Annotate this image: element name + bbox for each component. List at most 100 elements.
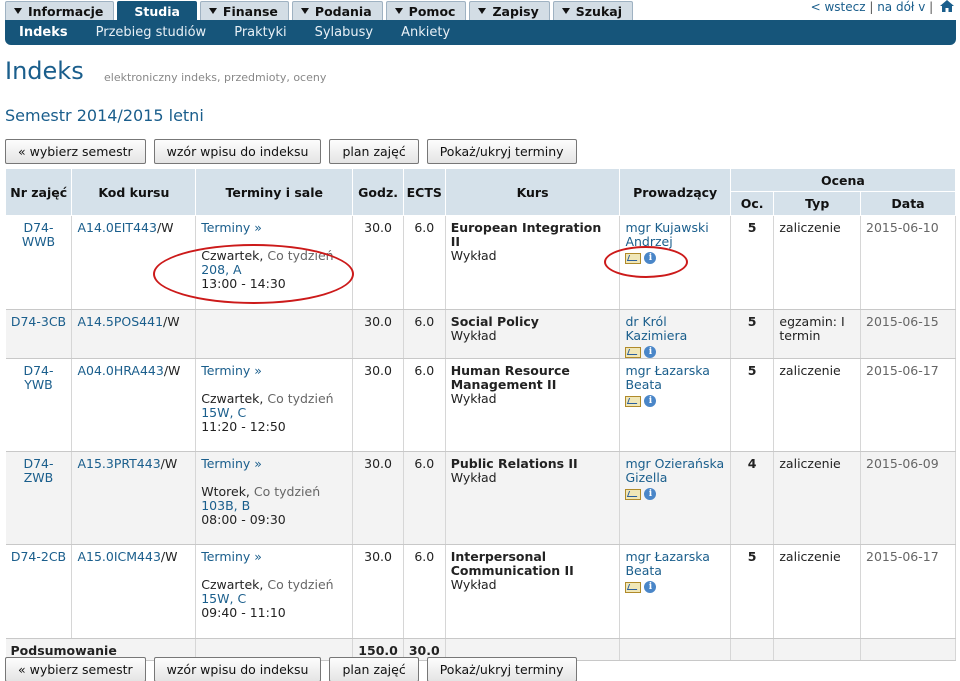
ects-value: 6.0	[403, 358, 446, 452]
room-link[interactable]: 15W, C	[201, 591, 246, 606]
term-frequency: Co tydzień	[267, 248, 334, 263]
ects-value: 6.0	[403, 215, 446, 310]
course-code-link[interactable]: A04.0HRA443	[77, 363, 163, 378]
course-code-link[interactable]: A14.5POS441	[77, 314, 163, 329]
course-name: Interpersonal Communication II	[450, 549, 574, 578]
terms-link[interactable]: Terminy »	[201, 363, 262, 378]
header-terminy: Terminy i sale	[195, 168, 354, 216]
subnav-ankiety[interactable]: Ankiety	[401, 25, 450, 40]
table-row: D74-WWB A14.0EIT443/W Terminy » Czwartek…	[5, 215, 956, 310]
tab-label: Finanse	[222, 4, 278, 19]
toggle-terms-button[interactable]: Pokaż/ukryj terminy	[426, 139, 577, 164]
back-link[interactable]: < wstecz	[811, 0, 866, 14]
subnav-przebieg-studiow[interactable]: Przebieg studiów	[96, 25, 207, 40]
subnav-praktyki[interactable]: Praktyki	[234, 25, 286, 40]
entry-template-button[interactable]: wzór wpisu do indeksu	[153, 657, 322, 681]
hours-value: 30.0	[352, 309, 404, 359]
info-icon[interactable]: i	[644, 252, 657, 264]
entry-template-button[interactable]: wzór wpisu do indeksu	[153, 139, 322, 164]
course-form: Wykład	[450, 391, 497, 406]
tab-studia[interactable]: Studia	[117, 1, 197, 20]
grade-value: 5	[730, 544, 775, 639]
header-nr: Nr zajęć	[4, 168, 73, 216]
tab-informacje[interactable]: Informacje	[5, 1, 115, 20]
chevron-down-icon	[14, 8, 22, 14]
chevron-down-icon	[561, 8, 570, 14]
table-row: D74-ZWB A15.3PRT443/W Terminy » Wtorek, …	[5, 451, 956, 545]
info-icon[interactable]: i	[644, 488, 657, 500]
chevron-down-icon	[300, 8, 309, 14]
lecturer-link[interactable]: dr Król Kazimiera	[625, 314, 687, 343]
mail-icon[interactable]	[625, 252, 642, 264]
subnav-sylabusy[interactable]: Sylabusy	[315, 25, 373, 40]
class-number-link[interactable]: D74-YWB	[23, 363, 53, 392]
tab-finanse[interactable]: Finanse	[199, 1, 289, 20]
mail-icon[interactable]	[625, 581, 642, 593]
course-code-suffix: /W	[160, 456, 178, 471]
tab-pomoc[interactable]: Pomoc	[385, 1, 467, 20]
schedule-button[interactable]: plan zajęć	[329, 139, 419, 164]
room-link[interactable]: 103B, B	[201, 498, 250, 513]
info-icon[interactable]: i	[644, 581, 657, 593]
grade-value: 4	[730, 451, 775, 545]
hours-value: 30.0	[352, 451, 404, 545]
grade-type: zaliczenie	[773, 358, 862, 452]
course-code-link[interactable]: A15.3PRT443	[77, 456, 160, 471]
term-frequency: Co tydzień	[253, 484, 321, 499]
terms-link[interactable]: Terminy »	[201, 220, 262, 235]
term-frequency: Co tydzień	[267, 577, 334, 592]
ects-value: 6.0	[403, 309, 446, 359]
lecturer-link[interactable]: mgr Łazarska Beata	[625, 363, 709, 392]
tab-podania[interactable]: Podania	[291, 1, 383, 20]
chevron-down-icon	[394, 8, 403, 14]
course-form: Wykład	[450, 248, 497, 263]
grade-type: egzamin: I termin	[773, 309, 862, 359]
course-code-suffix: /W	[156, 220, 174, 235]
class-number-link[interactable]: D74-3CB	[11, 314, 66, 329]
chevron-down-icon: v	[918, 0, 926, 14]
course-name: Public Relations II	[450, 456, 578, 471]
course-name: Human Resource Management II	[450, 363, 570, 392]
subnav-indeks[interactable]: Indeks	[19, 25, 68, 40]
lecturer-link[interactable]: mgr Ozierańska Gizella	[625, 456, 724, 485]
choose-semester-button[interactable]: « wybierz semestr	[5, 657, 146, 681]
room-link[interactable]: 15W, C	[201, 405, 246, 420]
lecturer-link[interactable]: mgr Łazarska Beata	[625, 549, 709, 578]
page-subtitle: elektroniczny indeks, przedmioty, oceny	[104, 71, 327, 84]
info-icon[interactable]: i	[644, 346, 657, 358]
schedule-button[interactable]: plan zajęć	[329, 657, 419, 681]
mail-icon[interactable]	[625, 395, 642, 407]
table-row: D74-3CB A14.5POS441/W 30.0 6.0 Social Po…	[5, 309, 956, 359]
course-code-link[interactable]: A15.0ICM443	[77, 549, 160, 564]
course-name: Social Policy	[450, 314, 539, 329]
hours-value: 30.0	[352, 215, 404, 310]
lecturer-link[interactable]: mgr Kujawski Andrzej	[625, 220, 708, 249]
room-link[interactable]: 208, A	[201, 262, 241, 277]
tab-zapisy[interactable]: Zapisy	[469, 1, 550, 20]
class-number-link[interactable]: D74-2CB	[11, 549, 66, 564]
grade-value: 5	[730, 358, 775, 452]
scroll-down-link[interactable]: na dół	[877, 0, 914, 14]
info-icon[interactable]: i	[644, 395, 657, 407]
ects-value: 6.0	[403, 544, 446, 639]
tab-label: Szukaj	[575, 4, 622, 19]
mail-icon[interactable]	[625, 488, 642, 500]
tab-szukaj[interactable]: Szukaj	[552, 1, 633, 20]
terms-link[interactable]: Terminy »	[201, 549, 262, 564]
header-prowadzacy: Prowadzący	[619, 168, 731, 216]
ects-value: 6.0	[403, 451, 446, 545]
choose-semester-button[interactable]: « wybierz semestr	[5, 139, 146, 164]
toggle-terms-button[interactable]: Pokaż/ukryj terminy	[426, 657, 577, 681]
class-number-link[interactable]: D74-ZWB	[23, 456, 53, 485]
class-number-link[interactable]: D74-WWB	[22, 220, 55, 249]
course-code-link[interactable]: A14.0EIT443	[77, 220, 156, 235]
course-code-suffix: /W	[163, 314, 180, 329]
terms-link[interactable]: Terminy »	[201, 456, 262, 471]
tab-label: Informacje	[28, 4, 104, 19]
course-code-suffix: /W	[160, 549, 178, 564]
grade-date: 2015-06-15	[860, 309, 956, 359]
course-name: European Integration II	[450, 220, 602, 249]
term-time: 08:00 - 09:30	[201, 512, 286, 527]
mail-icon[interactable]	[625, 346, 642, 358]
home-icon[interactable]	[940, 0, 954, 12]
